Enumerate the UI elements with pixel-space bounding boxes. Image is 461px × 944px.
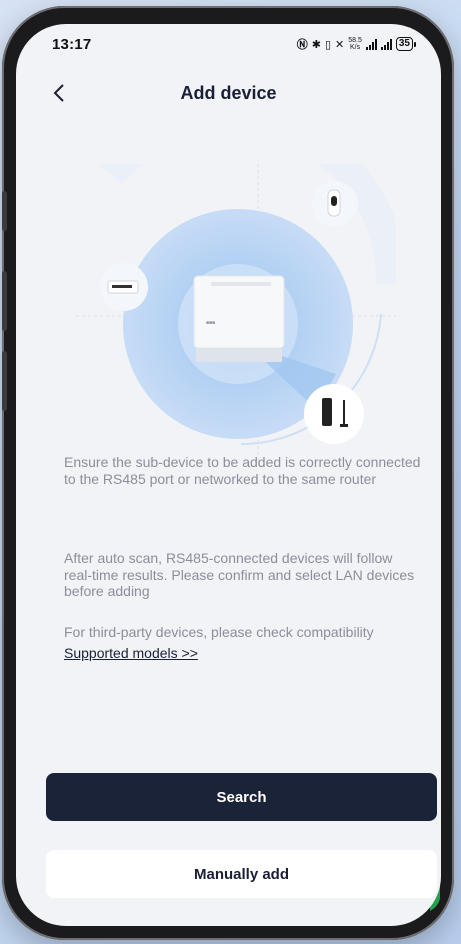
battery-icon: 35 <box>395 37 417 51</box>
chevron-left-icon <box>53 84 64 102</box>
supported-models-link[interactable]: Supported models >> <box>64 645 198 661</box>
back-button[interactable] <box>44 78 74 108</box>
nfc-icon: Ⓝ <box>296 39 308 51</box>
nav-bar: Add device <box>16 78 441 108</box>
net-speed: 58.5 K/s <box>348 37 362 51</box>
app-screen: 13:17 Ⓝ ✱ ▯ ✕ 58.5 K/s 35 Add device ■■■… <box>16 24 441 926</box>
vibrate-icon: ▯ <box>324 38 332 51</box>
signal-icon-1 <box>365 38 377 50</box>
device-illustration: ■■■ <box>76 164 396 464</box>
status-icons: Ⓝ ✱ ▯ ✕ 58.5 K/s 35 <box>296 36 417 52</box>
svg-text:■■■: ■■■ <box>206 320 215 326</box>
instruction-third-party: For third-party devices, please check co… <box>64 624 374 640</box>
instruction-connection: Ensure the sub-device to be added is cor… <box>64 454 421 487</box>
status-bar: 13:17 Ⓝ ✱ ▯ ✕ 58.5 K/s 35 <box>16 24 441 64</box>
page-title: Add device <box>180 82 277 103</box>
side-button <box>2 191 7 231</box>
volume-up-button <box>2 271 7 331</box>
manually-add-button[interactable]: Manually add <box>46 850 437 898</box>
status-time: 13:17 <box>52 35 92 53</box>
volume-down-button <box>2 351 7 411</box>
net-speed-value: 58.5 <box>348 37 362 44</box>
bluetooth-icon: ✱ <box>311 38 321 51</box>
mute-icon: ✕ <box>335 38 345 51</box>
search-button[interactable]: Search <box>46 773 437 821</box>
phone-frame: 13:17 Ⓝ ✱ ▯ ✕ 58.5 K/s 35 Add device ■■■… <box>2 6 454 940</box>
instruction-auto-scan: After auto scan, RS485-connected devices… <box>64 550 415 599</box>
signal-icon-2 <box>380 38 392 50</box>
net-speed-unit: K/s <box>350 44 361 51</box>
